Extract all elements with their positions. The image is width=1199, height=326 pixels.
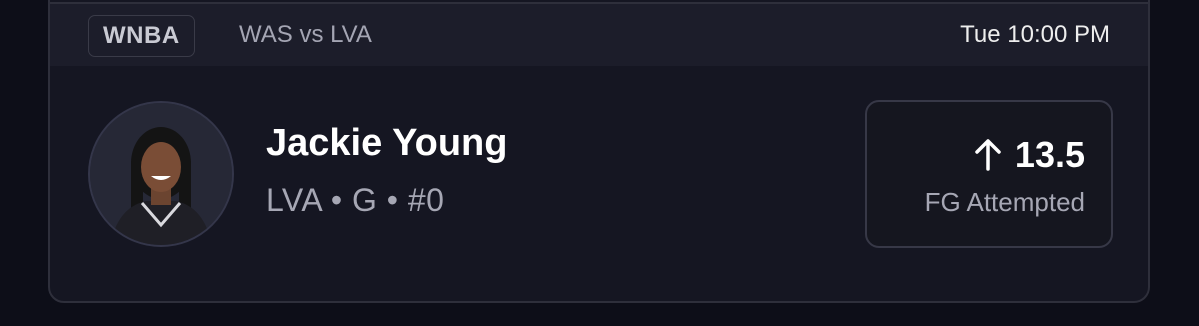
- game-header: WNBA WAS vs LVA Tue 10:00 PM: [50, 2, 1148, 66]
- player-photo-icon: [90, 103, 232, 245]
- prop-pick-button[interactable]: 13.5 FG Attempted: [865, 100, 1113, 248]
- arrow-up-icon: [975, 139, 1001, 171]
- player-avatar: [88, 101, 234, 247]
- prop-line-value: 13.5: [1014, 134, 1085, 175]
- game-time: Tue 10:00 PM: [960, 21, 1110, 48]
- prop-stat-label: FG Attempted: [924, 187, 1085, 217]
- player-row: Jackie Young LVA • G • #0 13.5 FG Attemp…: [50, 84, 1148, 285]
- prop-card[interactable]: WNBA WAS vs LVA Tue 10:00 PM Jackie Youn: [48, 0, 1150, 303]
- prop-line: 13.5: [973, 134, 1085, 176]
- player-meta: LVA • G • #0: [266, 182, 445, 218]
- league-badge: WNBA: [88, 15, 195, 57]
- player-name: Jackie Young: [266, 122, 508, 164]
- matchup-label: WAS vs LVA: [239, 21, 372, 48]
